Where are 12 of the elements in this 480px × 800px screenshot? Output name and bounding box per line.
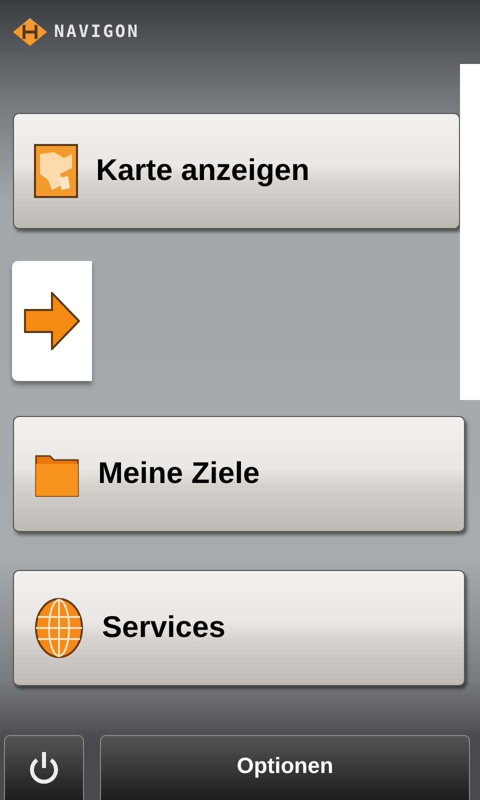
map-icon — [34, 144, 78, 198]
power-button[interactable] — [4, 735, 84, 800]
power-icon — [29, 750, 59, 786]
options-button[interactable]: Optionen — [100, 735, 470, 800]
arrow-tab[interactable] — [12, 261, 92, 381]
menu-button[interactable]: Meine Ziele — [13, 416, 465, 532]
menu-button[interactable]: Karte anzeigen — [13, 113, 460, 229]
logo-icon — [12, 17, 48, 47]
logo-text: NAVIGON — [54, 22, 140, 42]
arrow-icon — [24, 292, 80, 350]
globe-icon — [34, 597, 84, 659]
menu-button[interactable]: Services — [13, 570, 465, 686]
